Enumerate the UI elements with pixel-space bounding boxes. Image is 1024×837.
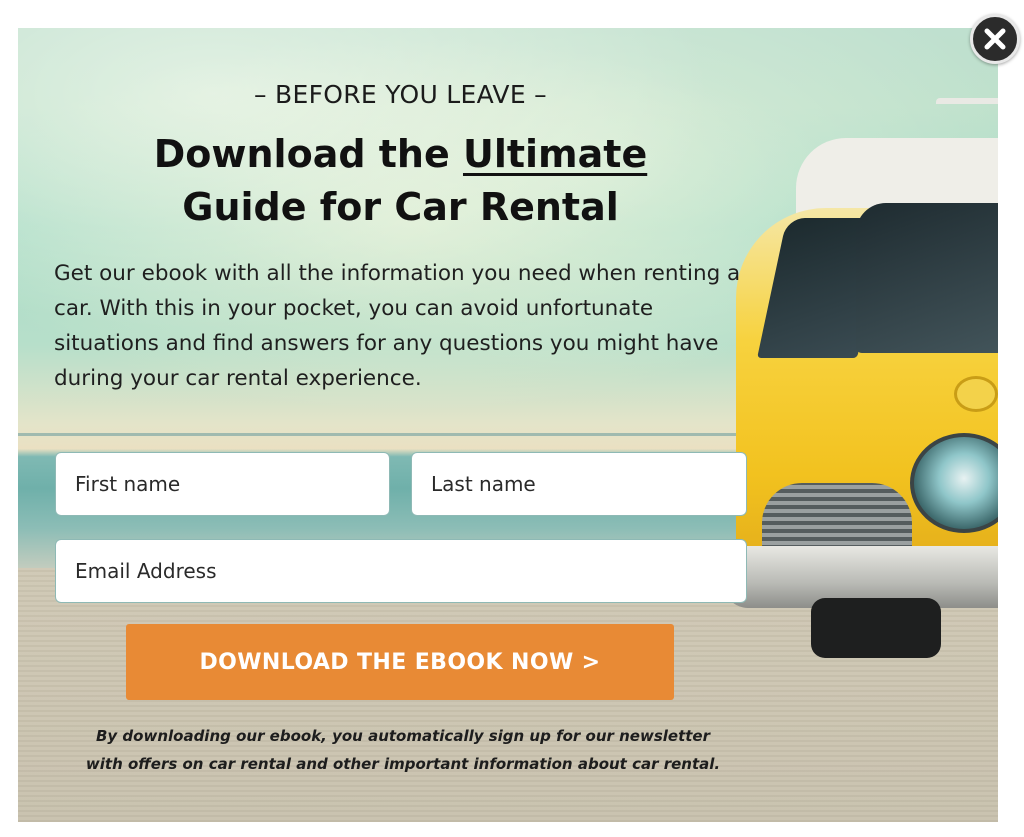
newsletter-disclaimer: By downloading our ebook, you automatica… (38, 722, 768, 778)
close-icon (984, 28, 1006, 50)
disclaimer-line1: By downloading our ebook, you automatica… (95, 727, 710, 745)
first-name-input[interactable] (55, 452, 390, 516)
email-input[interactable] (55, 539, 747, 603)
headline-emphasis: Ultimate (462, 132, 648, 176)
pre-title: – BEFORE YOU LEAVE – (254, 80, 547, 109)
headline-part1: Download the (153, 132, 463, 176)
close-button[interactable] (970, 14, 1020, 64)
last-name-input[interactable] (411, 452, 747, 516)
headline-line2: Guide for Car Rental (182, 185, 619, 229)
description: Get our ebook with all the information y… (54, 261, 741, 391)
exit-intent-popup: – BEFORE YOU LEAVE – Download the Ultima… (18, 28, 998, 822)
disclaimer-line2: with offers on car rental and other impo… (85, 755, 721, 773)
headline: Download the Ultimate Guide for Car Rent… (18, 128, 783, 234)
download-ebook-button[interactable]: DOWNLOAD THE EBOOK NOW > (126, 624, 674, 700)
